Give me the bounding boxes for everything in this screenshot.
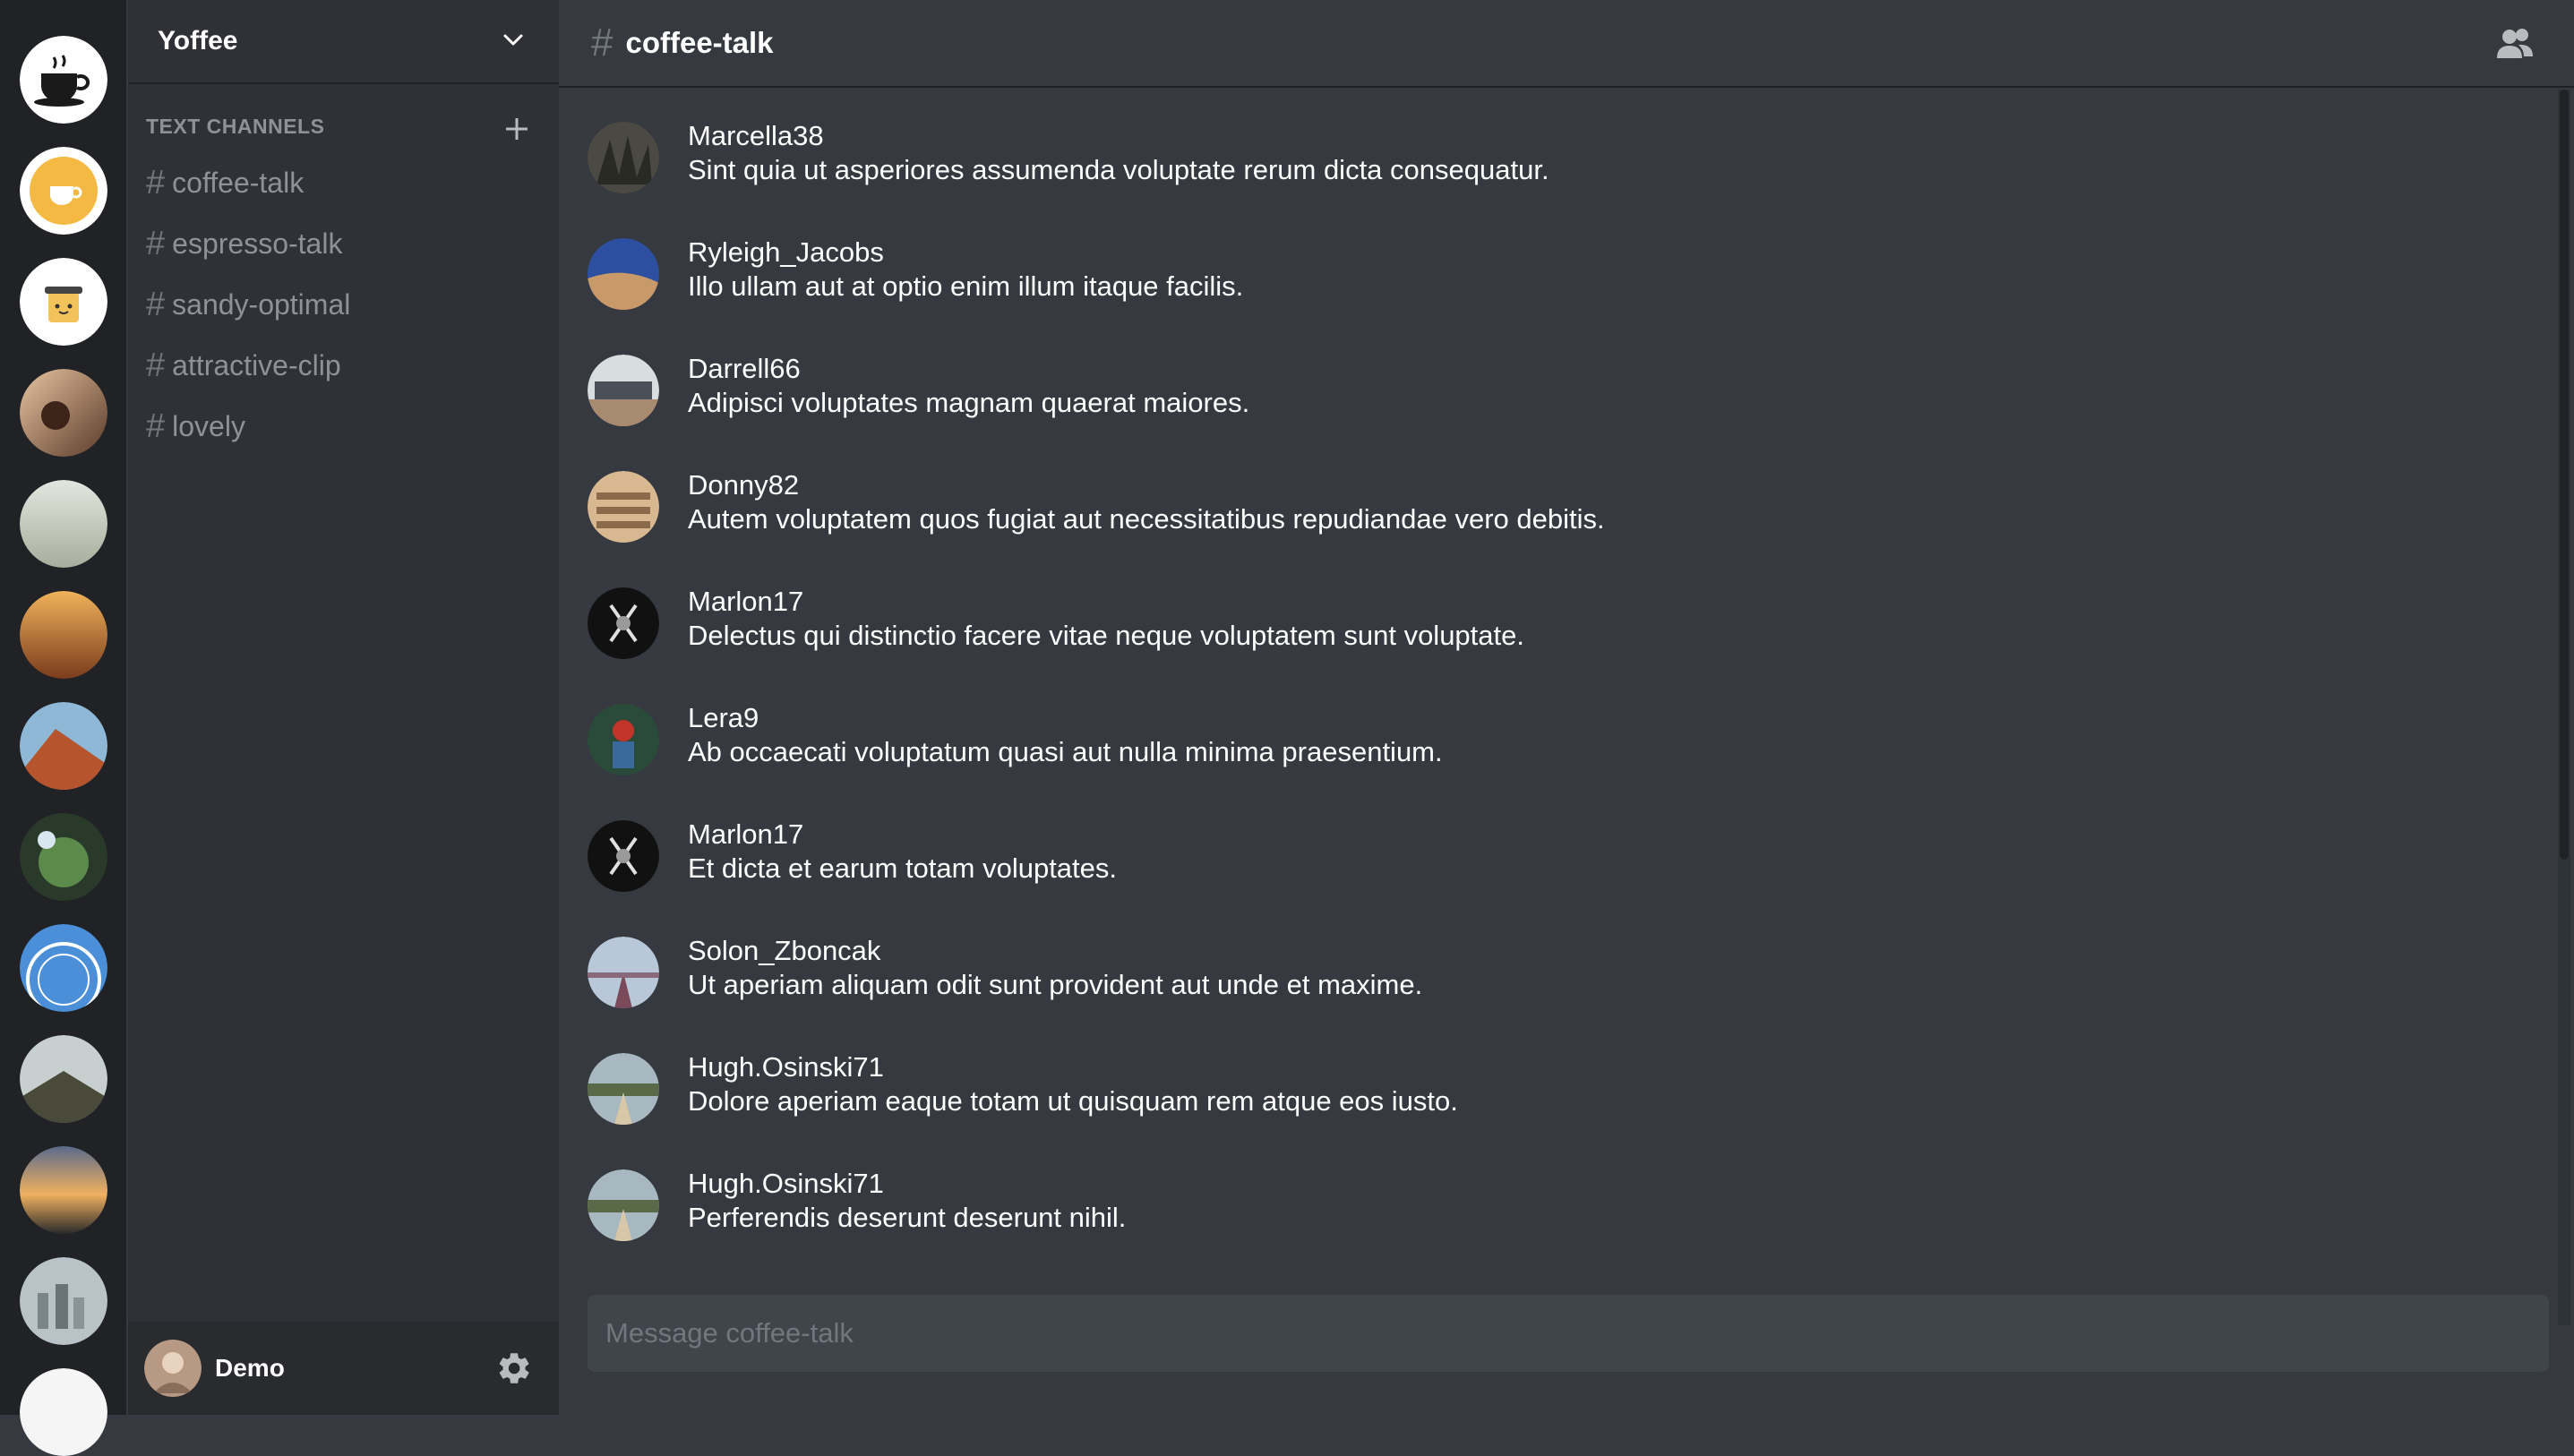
channel-item-attractive-clip[interactable]: # attractive-clip [146, 343, 341, 388]
server-rail [0, 0, 126, 1456]
server-coffee-badge[interactable] [20, 147, 107, 235]
message-item: Marlon17 Et dicta et earum totam volupta… [588, 818, 2468, 901]
avatar[interactable] [588, 1169, 659, 1241]
server-photo-plants[interactable] [20, 813, 107, 901]
message-text: Perferendis deserunt deserunt nihil. [688, 1202, 1127, 1233]
message-text: Ab occaecati voluptatum quasi aut nulla … [688, 736, 1443, 767]
server-photo-sunset-road[interactable] [20, 1146, 107, 1234]
message-item: Donny82 Autem voluptatem quos fugiat aut… [588, 469, 2468, 552]
guild-name: Yoffee [158, 26, 238, 56]
message-text: Sint quia ut asperiores assumenda volupt… [688, 154, 1549, 185]
avatar[interactable] [144, 1340, 202, 1397]
message-text: Delectus qui distinctio facere vitae neq… [688, 620, 1524, 651]
hash-icon: # [591, 21, 613, 64]
channel-item-espresso-talk[interactable]: # espresso-talk [146, 221, 342, 266]
message-author[interactable]: Hugh.Osinski71 [688, 1168, 884, 1200]
server-photo-fog[interactable] [20, 480, 107, 568]
message-author[interactable]: Donny82 [688, 469, 799, 501]
message-author[interactable]: Hugh.Osinski71 [688, 1051, 884, 1083]
server-photo-city-sunset[interactable] [20, 591, 107, 679]
server-photo-volcano[interactable] [20, 1035, 107, 1123]
message-item: Solon_Zboncak Ut aperiam aliquam odit su… [588, 935, 2468, 1017]
message-text: Autem voluptatem quos fugiat aut necessi… [688, 503, 1605, 535]
gear-icon[interactable] [495, 1349, 533, 1387]
channel-label: coffee-talk [172, 166, 305, 199]
avatar[interactable] [588, 355, 659, 426]
message-item: Marlon17 Delectus qui distinctio facere … [588, 586, 2468, 668]
message-list: Marcella38 Sint quia ut asperiores assum… [559, 90, 2556, 1289]
message-author[interactable]: Ryleigh_Jacobs [688, 236, 884, 269]
avatar[interactable] [588, 122, 659, 193]
message-scrollbar[interactable] [2558, 90, 2570, 1325]
server-cute-coffee[interactable] [20, 258, 107, 346]
server-photo-city-aerial[interactable] [20, 1257, 107, 1345]
hash-icon: # [146, 407, 166, 445]
user-panel: Demo [128, 1322, 559, 1415]
server-photo-ferris-wheel[interactable] [20, 924, 107, 1012]
scrollbar-thumb[interactable] [2560, 90, 2569, 860]
message-item: Lera9 Ab occaecati voluptatum quasi aut … [588, 702, 2468, 784]
channel-label: espresso-talk [172, 227, 343, 260]
message-item: Darrell66 Adipisci voluptates magnam qua… [588, 353, 2468, 435]
message-input[interactable] [588, 1295, 2549, 1372]
avatar[interactable] [588, 820, 659, 892]
message-author[interactable]: Marcella38 [688, 120, 824, 152]
avatar[interactable] [588, 587, 659, 659]
message-author[interactable]: Lera9 [688, 702, 759, 734]
channel-label: attractive-clip [172, 348, 341, 381]
channel-item-coffee-talk[interactable]: # coffee-talk [146, 160, 304, 205]
hash-icon: # [146, 285, 166, 323]
message-text: Dolore aperiam eaque totam ut quisquam r… [688, 1085, 1458, 1117]
hash-icon: # [146, 224, 166, 262]
channel-label: sandy-optimal [172, 287, 351, 321]
hash-icon: # [146, 163, 166, 201]
message-item: Marcella38 Sint quia ut asperiores assum… [588, 120, 2468, 202]
channel-title: coffee-talk [625, 26, 774, 59]
category-label: TEXT CHANNELS [146, 115, 325, 138]
channel-item-lovely[interactable]: # lovely [146, 404, 245, 449]
chevron-down-icon[interactable] [500, 27, 527, 54]
channel-label: lovely [172, 409, 245, 442]
guild-header[interactable]: Yoffee [128, 0, 559, 84]
avatar[interactable] [588, 238, 659, 310]
avatar[interactable] [588, 704, 659, 775]
server-photo-couple[interactable] [20, 369, 107, 457]
server-photo-rock[interactable] [20, 702, 107, 790]
message-author[interactable]: Marlon17 [688, 586, 803, 618]
message-item: Hugh.Osinski71 Perferendis deserunt dese… [588, 1168, 2468, 1250]
avatar[interactable] [588, 471, 659, 543]
message-author[interactable]: Solon_Zboncak [688, 935, 880, 967]
chat-area: # coffee-talk Marcella38 Sint quia ut as… [559, 0, 2574, 1415]
server-coffee-cup[interactable] [20, 36, 107, 124]
members-icon[interactable] [2495, 26, 2535, 62]
channel-sidebar: Yoffee TEXT CHANNELS # coffee-talk # esp… [128, 0, 559, 1415]
message-author[interactable]: Darrell66 [688, 353, 801, 385]
message-text: Ut aperiam aliquam odit sunt provident a… [688, 969, 1423, 1000]
user-name: Demo [215, 1354, 285, 1382]
channel-header: # coffee-talk [559, 0, 2574, 88]
message-text: Illo ullam aut at optio enim illum itaqu… [688, 270, 1244, 302]
message-item: Hugh.Osinski71 Dolore aperiam eaque tota… [588, 1051, 2468, 1134]
message-author[interactable]: Marlon17 [688, 818, 803, 851]
message-item: Ryleigh_Jacobs Illo ullam aut at optio e… [588, 236, 2468, 319]
avatar[interactable] [588, 1053, 659, 1125]
channel-item-sandy-optimal[interactable]: # sandy-optimal [146, 282, 350, 327]
plus-icon[interactable] [502, 115, 531, 143]
message-text: Et dicta et earum totam voluptates. [688, 852, 1118, 884]
hash-icon: # [146, 346, 166, 384]
message-text: Adipisci voluptates magnam quaerat maior… [688, 387, 1250, 418]
avatar[interactable] [588, 937, 659, 1008]
server-photo-white[interactable] [20, 1368, 107, 1456]
